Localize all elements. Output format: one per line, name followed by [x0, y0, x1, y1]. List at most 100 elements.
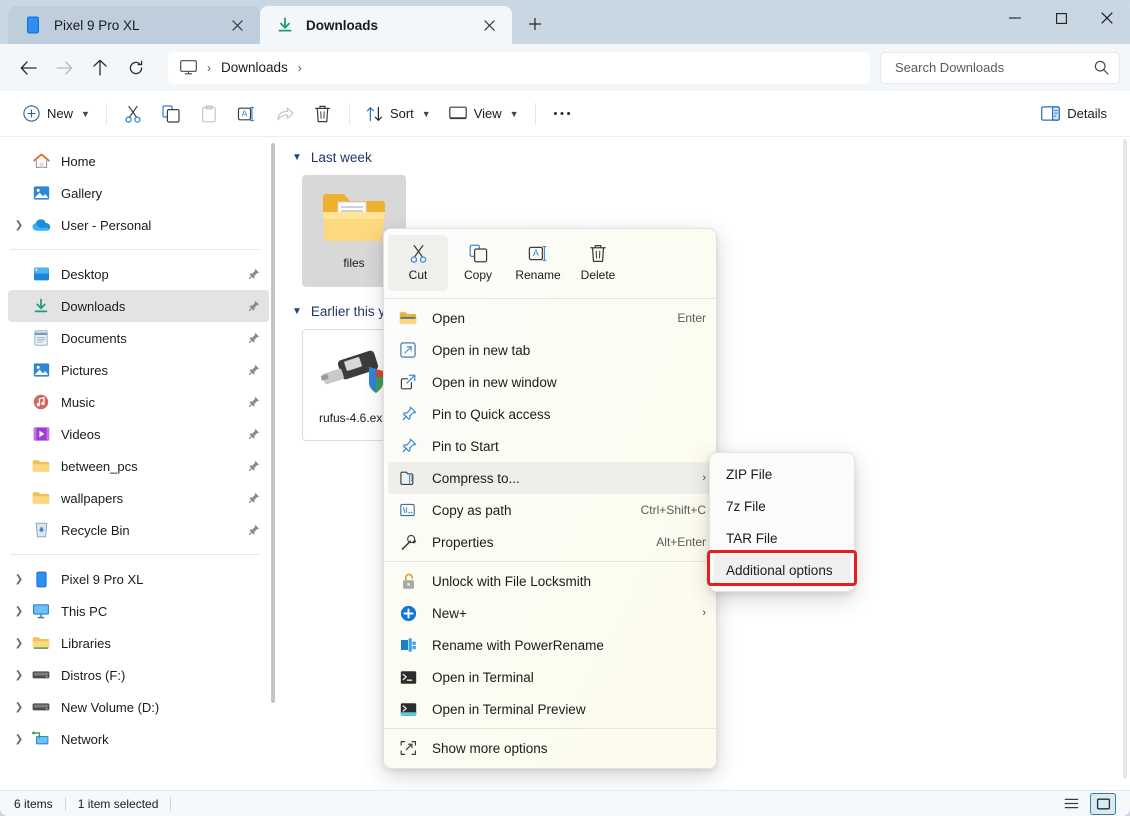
sidebar-item-libraries[interactable]: ❯ Libraries	[8, 627, 269, 659]
sidebar-scrollbar[interactable]	[271, 143, 275, 703]
sidebar-item-distros-f[interactable]: ❯ Distros (F:)	[8, 659, 269, 691]
sidebar-item-home[interactable]: Home	[8, 145, 269, 177]
navigation-bar: › Downloads › Search Downloads	[0, 44, 1130, 91]
close-icon[interactable]	[224, 12, 250, 38]
chevron-down-icon[interactable]: ▼	[292, 152, 302, 163]
sidebar-item-new-volume-d[interactable]: ❯ New Volume (D:)	[8, 691, 269, 723]
pin-icon[interactable]	[247, 428, 261, 441]
context-item-open-in-new-window[interactable]: Open in new window	[388, 366, 712, 398]
submenu-item-7z-file[interactable]: 7z File	[714, 490, 850, 522]
share-button[interactable]	[266, 98, 304, 130]
sidebar-item-recycle-bin[interactable]: Recycle Bin	[8, 514, 269, 546]
context-delete-button[interactable]: Delete	[568, 235, 628, 291]
chevron-right-icon[interactable]: ❯	[8, 670, 30, 681]
breadcrumb-downloads[interactable]: Downloads	[221, 60, 288, 75]
sidebar-item-pixel-9-pro-xl[interactable]: ❯ Pixel 9 Pro XL	[8, 563, 269, 595]
chevron-right-icon[interactable]: ❯	[8, 734, 30, 745]
content-scrollbar[interactable]	[1123, 139, 1127, 779]
pin-icon[interactable]	[247, 268, 261, 281]
context-item-label: Unlock with File Locksmith	[432, 573, 592, 589]
search-input[interactable]: Search Downloads	[880, 51, 1120, 84]
submenu-item-label: TAR File	[726, 530, 778, 546]
sidebar-item-user-personal[interactable]: ❯ User - Personal	[8, 209, 269, 241]
chevron-right-icon[interactable]: ❯	[8, 606, 30, 617]
chevron-right-icon[interactable]: ❯	[8, 702, 30, 713]
address-bar[interactable]: › Downloads ›	[168, 51, 870, 84]
context-item-unlock-with-file-locksmith[interactable]: Unlock with File Locksmith	[388, 565, 712, 597]
sidebar-item-videos[interactable]: Videos	[8, 418, 269, 450]
new-tab-button[interactable]	[518, 7, 552, 41]
chevron-right-icon[interactable]: ❯	[8, 574, 30, 585]
sidebar-item-downloads[interactable]: Downloads	[8, 290, 269, 322]
pin-icon[interactable]	[247, 460, 261, 473]
sidebar-item-pictures[interactable]: Pictures	[8, 354, 269, 386]
delete-button[interactable]	[304, 98, 342, 130]
large-icons-view-button[interactable]	[1090, 792, 1116, 815]
minimize-button[interactable]	[992, 0, 1038, 36]
forward-button[interactable]	[46, 51, 82, 85]
back-button[interactable]	[10, 51, 46, 85]
pin-icon[interactable]	[247, 300, 261, 313]
pin-icon[interactable]	[247, 364, 261, 377]
context-item-pin-to-start[interactable]: Pin to Start	[388, 430, 712, 462]
chevron-right-icon[interactable]: ❯	[8, 220, 30, 231]
details-pane-button[interactable]: Details	[1032, 98, 1116, 130]
context-item-pin-to-quick-access[interactable]: Pin to Quick access	[388, 398, 712, 430]
close-icon[interactable]	[476, 12, 502, 38]
sidebar-item-gallery[interactable]: Gallery	[8, 177, 269, 209]
tab-pixel-9-pro-xl[interactable]: Pixel 9 Pro XL	[8, 6, 260, 44]
breadcrumb-separator[interactable]: ›	[298, 61, 302, 75]
paste-button[interactable]	[190, 98, 228, 130]
copy-button[interactable]	[152, 98, 190, 130]
group-header-last-week[interactable]: ▼ Last week	[283, 143, 1130, 171]
sidebar-item-wallpapers[interactable]: wallpapers	[8, 482, 269, 514]
tab-downloads[interactable]: Downloads	[260, 6, 512, 44]
context-item-rename-with-powerrename[interactable]: Rename with PowerRename	[388, 629, 712, 661]
context-copy-button[interactable]: Copy	[448, 235, 508, 291]
context-item-compress-to[interactable]: Compress to... ›	[388, 462, 712, 494]
context-item-open[interactable]: Open Enter	[388, 302, 712, 334]
cut-button[interactable]	[114, 98, 152, 130]
maximize-button[interactable]	[1038, 0, 1084, 36]
pin-icon[interactable]	[247, 524, 261, 537]
chevron-right-icon[interactable]: ❯	[8, 638, 30, 649]
up-button[interactable]	[82, 51, 118, 85]
details-view-button[interactable]	[1058, 793, 1084, 815]
pin-icon[interactable]	[247, 396, 261, 409]
sidebar-item-music[interactable]: Music	[8, 386, 269, 418]
context-cut-button[interactable]: Cut	[388, 235, 448, 291]
new-button[interactable]: New ▼	[14, 98, 99, 130]
sort-button[interactable]: Sort ▼	[357, 98, 440, 130]
pin-icon[interactable]	[247, 332, 261, 345]
context-item-show-more-options[interactable]: Show more options	[388, 732, 712, 764]
sidebar-item-desktop[interactable]: Desktop	[8, 258, 269, 290]
chevron-right-icon: ›	[702, 472, 706, 484]
context-item-open-in-terminal-preview[interactable]: Open in Terminal Preview	[388, 693, 712, 725]
sidebar-item-this-pc[interactable]: ❯ This PC	[8, 595, 269, 627]
more-options-button[interactable]	[543, 98, 581, 130]
submenu-item-zip-file[interactable]: ZIP File	[714, 458, 850, 490]
rename-button[interactable]: A	[228, 98, 266, 130]
sort-icon	[366, 106, 383, 122]
context-item-open-in-new-tab[interactable]: Open in new tab	[388, 334, 712, 366]
sidebar-item-documents[interactable]: Documents	[8, 322, 269, 354]
context-item-properties[interactable]: Properties Alt+Enter	[388, 526, 712, 558]
context-item-open-in-terminal[interactable]: Open in Terminal	[388, 661, 712, 693]
context-item-copy-as-path[interactable]: Copy as path Ctrl+Shift+C	[388, 494, 712, 526]
close-button[interactable]	[1084, 0, 1130, 36]
context-rename-button[interactable]: A Rename	[508, 235, 568, 291]
sidebar-item-label: Recycle Bin	[61, 522, 130, 538]
sidebar-item-between-pcs[interactable]: between_pcs	[8, 450, 269, 482]
refresh-button[interactable]	[118, 51, 154, 85]
sidebar-item-network[interactable]: ❯ Network	[8, 723, 269, 755]
new-tab-icon	[398, 342, 418, 358]
submenu-item-additional-options[interactable]: Additional options	[714, 554, 850, 586]
pin-icon[interactable]	[247, 492, 261, 505]
view-button[interactable]: View ▼	[440, 98, 528, 130]
breadcrumb-separator: ›	[207, 60, 211, 75]
context-menu: Cut Copy A Rename Delete Open Enter Open…	[383, 228, 717, 769]
sidebar-item-label: Libraries	[61, 635, 111, 651]
submenu-item-tar-file[interactable]: TAR File	[714, 522, 850, 554]
context-item-new-plus[interactable]: New+ ›	[388, 597, 712, 629]
chevron-down-icon[interactable]: ▼	[292, 306, 302, 317]
